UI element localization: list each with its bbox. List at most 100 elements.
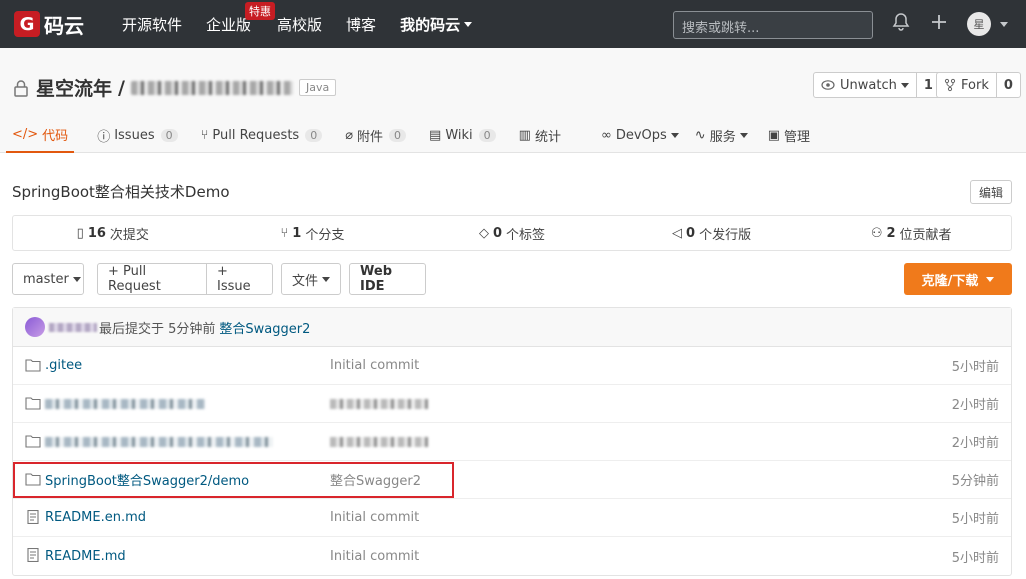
- file-name[interactable]: README.en.md: [45, 510, 146, 525]
- user-avatar[interactable]: 星: [967, 12, 991, 36]
- bell-icon[interactable]: [891, 12, 911, 37]
- table-row[interactable]: 2小时前: [13, 385, 1011, 423]
- tab-pull-requests[interactable]: ⑂ Pull Requests 0: [201, 118, 323, 153]
- file-commit-message-redacted[interactable]: [330, 398, 428, 409]
- fork-count[interactable]: 0: [995, 73, 1020, 97]
- folder-icon: [25, 397, 41, 410]
- file-name[interactable]: README.md: [45, 549, 126, 564]
- fork-button-group[interactable]: Fork 0: [936, 72, 1021, 98]
- fork-label: Fork: [961, 77, 989, 93]
- nav-my-gitee[interactable]: 我的码云: [400, 14, 473, 35]
- edit-description-button[interactable]: 编辑: [970, 180, 1012, 204]
- nav-label: 开源软件: [122, 15, 183, 34]
- nav-education[interactable]: 高校版: [277, 14, 322, 35]
- stat-number: 1: [292, 225, 302, 241]
- fork-icon: [944, 78, 956, 92]
- tab-label: Pull Requests: [212, 128, 300, 143]
- repo-title: 星空流年 / Java: [12, 74, 337, 101]
- branch-icon: ⑂: [280, 225, 289, 241]
- folder-icon: [25, 359, 41, 372]
- chevron-down-icon[interactable]: [1000, 22, 1008, 27]
- stat-contributors[interactable]: ⚇ 2 位贡献者: [811, 216, 1011, 250]
- file-name-redacted[interactable]: [45, 398, 205, 409]
- stat-number: 16: [87, 225, 106, 241]
- file-commit-message[interactable]: 整合Swagger2: [330, 470, 421, 489]
- stat-branches[interactable]: ⑂ 1 个分支: [213, 216, 413, 250]
- tab-wiki[interactable]: ▤ Wiki 0: [429, 118, 496, 153]
- gitee-logo[interactable]: G 码云: [14, 10, 98, 39]
- chevron-down-icon: [900, 82, 909, 88]
- watch-button-group[interactable]: Unwatch 1: [813, 72, 941, 98]
- tab-services[interactable]: ∿ 服务: [695, 118, 748, 153]
- file-commit-message[interactable]: Initial commit: [330, 510, 419, 525]
- eye-icon: [821, 80, 835, 90]
- stat-releases[interactable]: ◁ 0 个发行版: [612, 216, 812, 250]
- clone-download-button[interactable]: 克隆/下载: [904, 263, 1012, 295]
- repo-owner[interactable]: 星空流年: [36, 74, 112, 101]
- nav-label: 我的码云: [400, 15, 461, 34]
- branch-select[interactable]: master: [12, 263, 84, 295]
- chevron-down-icon: [464, 21, 473, 27]
- stat-commits[interactable]: ▯ 16 次提交: [13, 216, 213, 250]
- watch-button[interactable]: Unwatch: [814, 73, 916, 97]
- avatar[interactable]: [25, 317, 45, 337]
- file-menu-button[interactable]: 文件: [281, 263, 341, 295]
- nav-blog[interactable]: 博客: [346, 14, 376, 35]
- tab-label: DevOps: [615, 128, 667, 143]
- new-issue-button[interactable]: + Issue: [206, 263, 273, 295]
- repo-name-redacted[interactable]: [130, 80, 293, 95]
- tab-attachments[interactable]: ⌀ 附件 0: [345, 118, 407, 153]
- new-pull-request-button[interactable]: + Pull Request: [97, 263, 207, 295]
- table-row[interactable]: README.en.md Initial commit 5小时前: [13, 499, 1011, 537]
- folder-icon: [25, 473, 41, 486]
- language-tag[interactable]: Java: [298, 79, 337, 96]
- commit-icon: ▯: [76, 225, 84, 241]
- file-name[interactable]: .gitee: [45, 358, 82, 373]
- web-ide-button[interactable]: Web IDE: [349, 263, 426, 295]
- file-time: 5小时前: [951, 550, 999, 566]
- tab-code[interactable]: </> 代码: [6, 118, 75, 153]
- file-text-icon: [27, 548, 39, 562]
- file-commit-message[interactable]: Initial commit: [330, 549, 419, 564]
- branch-label: master: [23, 271, 69, 287]
- chevron-down-icon: [72, 276, 81, 282]
- tab-count: 0: [478, 129, 496, 142]
- pull-request-icon: ⑂: [200, 128, 209, 143]
- tab-count: 0: [305, 129, 323, 142]
- nav-label: 博客: [346, 15, 377, 34]
- stat-tags[interactable]: ◇ 0 个标签: [412, 216, 612, 250]
- file-list: 最后提交于 5分钟前 整合Swagger2 .gitee Initial com…: [12, 307, 1012, 576]
- chevron-down-icon: [739, 133, 748, 138]
- nav-open-source[interactable]: 开源软件: [122, 14, 182, 35]
- last-commit-message[interactable]: 整合Swagger2: [219, 318, 310, 337]
- tab-label: 服务: [709, 130, 736, 145]
- tab-label: 管理: [784, 130, 811, 145]
- logo-mark-icon: G: [14, 11, 40, 37]
- tab-devops[interactable]: ∞ DevOps: [601, 118, 679, 153]
- nav-enterprise[interactable]: 企业版 特惠: [206, 1, 276, 35]
- attachment-icon: ⌀: [345, 128, 354, 143]
- table-row[interactable]: README.md Initial commit 5小时前: [13, 537, 1011, 575]
- table-row[interactable]: .gitee Initial commit 5小时前: [13, 347, 1011, 385]
- fork-button[interactable]: Fork: [937, 73, 996, 97]
- plus-icon[interactable]: [929, 12, 949, 37]
- file-commit-message-redacted[interactable]: [330, 436, 428, 447]
- stat-label: 个标签: [506, 227, 546, 243]
- code-icon: </>: [12, 127, 39, 142]
- clone-label: 克隆/下载: [921, 273, 979, 289]
- file-name-redacted[interactable]: [45, 436, 273, 447]
- tab-statistics[interactable]: ▥ 统计: [519, 118, 561, 153]
- service-icon: ∿: [694, 128, 706, 143]
- logo-text: 码云: [44, 13, 84, 38]
- table-row[interactable]: SpringBoot整合Swagger2/demo 整合Swagger2 5分钟…: [13, 461, 1011, 499]
- tab-manage[interactable]: ▣ 管理: [768, 118, 810, 153]
- tab-issues[interactable]: ⓘ Issues 0: [97, 118, 178, 153]
- file-commit-message[interactable]: Initial commit: [330, 358, 419, 373]
- file-name[interactable]: SpringBoot整合Swagger2/demo: [45, 470, 249, 489]
- table-row[interactable]: 2小时前: [13, 423, 1011, 461]
- wiki-icon: ▤: [429, 128, 442, 143]
- chevron-down-icon: [670, 133, 679, 138]
- search-input[interactable]: 搜索或跳转...: [673, 11, 873, 39]
- commit-author-redacted[interactable]: [49, 322, 97, 332]
- stat-label: 次提交: [109, 227, 149, 243]
